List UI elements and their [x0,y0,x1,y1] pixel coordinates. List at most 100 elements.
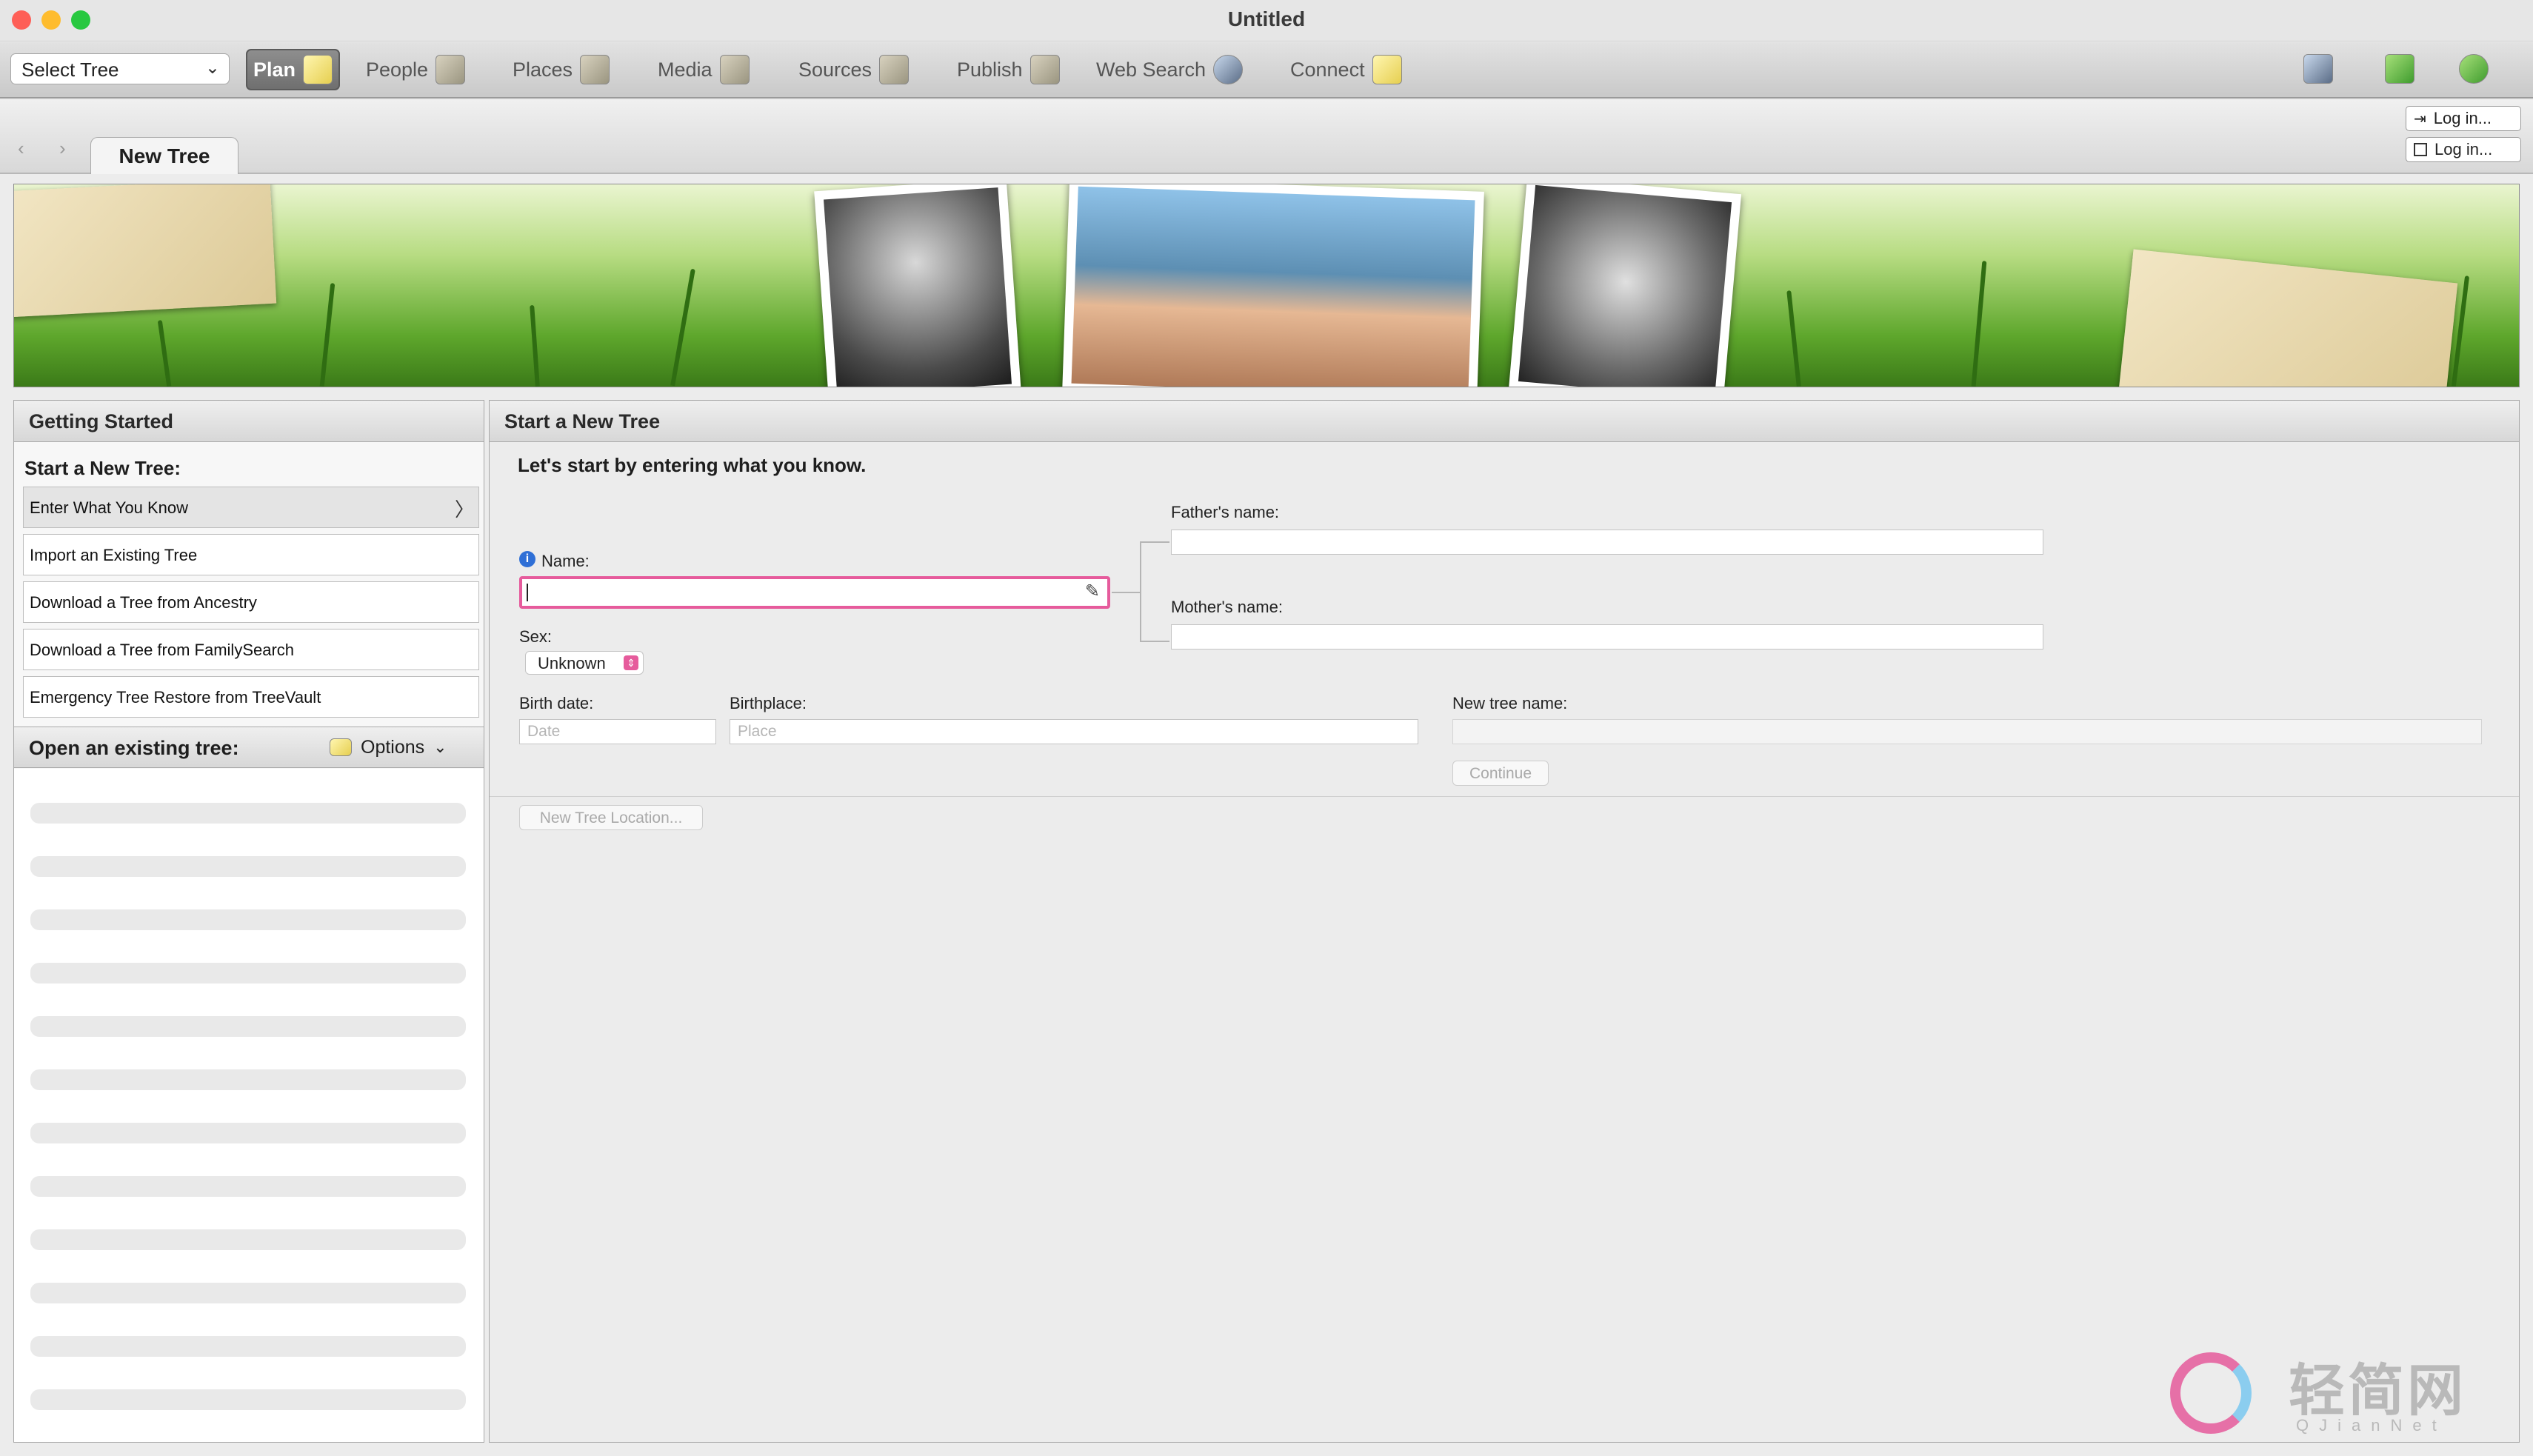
father-name-input[interactable] [1171,530,2043,555]
mother-name-input[interactable] [1171,624,2043,649]
options-button[interactable]: Options ⌄ [330,733,478,761]
toolbar-places-button[interactable]: Places [507,49,615,90]
toolbar-sources-button[interactable]: Sources [792,49,915,90]
text-cursor [527,584,528,601]
stepper-arrows-icon: ⇕ [624,655,638,670]
birthplace-input[interactable]: Place [730,719,1418,744]
chevron-down-icon: ⌄ [204,58,220,78]
toolbar-publish-label: Publish [957,58,1023,81]
chevron-right-icon: 〉 [454,498,474,521]
tab-bar: ‹ › New Tree ⇥ Log in... Log in... [0,100,2533,174]
toolbar-people-button[interactable]: People [360,49,471,90]
watermark-logo: 轻简网 QJianNet [2170,1345,2518,1449]
getting-started-panel: Getting Started Start a New Tree: Enter … [13,400,484,1443]
option-label: Import an Existing Tree [30,546,198,564]
birth-record-document-image [2117,249,2458,387]
sex-label: Sex: [519,627,553,646]
intro-text: Let's start by entering what you know. [518,454,867,476]
plan-icon [303,55,333,84]
familysearch-icon[interactable] [2385,54,2414,84]
continue-button[interactable]: Continue [1452,761,1549,786]
watermark-text: 轻简网 [2289,1358,2466,1423]
option-import-existing-tree[interactable]: Import an Existing Tree [23,534,479,575]
back-arrow-icon[interactable]: ‹ [18,137,24,160]
chevron-down-icon: ⌄ [433,738,447,756]
list-placeholder-row [30,1229,466,1250]
start-new-tree-panel: Start a New Tree Let's start by entering… [489,400,2520,1443]
open-existing-tree-title: Open an existing tree: [29,737,239,759]
toolbar-plan-label: Plan [253,58,296,81]
start-new-tree-title: Start a New Tree: [24,457,181,479]
connect-icon [1372,55,1402,84]
toolbar-media-label: Media [658,58,712,81]
options-label: Options [361,736,425,758]
info-icon[interactable]: i [519,551,535,567]
list-placeholder-row [30,1176,466,1197]
toolbar-places-label: Places [513,58,573,81]
option-download-ancestry[interactable]: Download a Tree from Ancestry [23,581,479,623]
toolbar-people-label: People [366,58,429,81]
web-search-icon [1213,55,1244,84]
main-toolbar: Select Tree ⌄ Plan People Places Media S… [0,42,2533,98]
login-arrow-icon: ⇥ [2414,110,2426,127]
title-bar: Untitled [0,0,2533,41]
hints-leaf-icon[interactable] [2459,54,2489,84]
birth-date-input[interactable]: Date [519,719,716,744]
tree-select[interactable]: Select Tree ⌄ [10,53,230,84]
tree-select-value: Select Tree [21,59,119,81]
name-input[interactable]: ✎ [519,576,1110,609]
getting-started-header: Getting Started [14,401,484,442]
login-button-1[interactable]: ⇥ Log in... [2406,106,2521,131]
open-existing-tree-header: Open an existing tree: Options ⌄ [14,727,484,768]
sex-select[interactable]: Unknown ⇕ [525,651,644,675]
list-placeholder-row [30,1336,466,1357]
name-label: Name: [541,552,590,570]
option-download-familysearch[interactable]: Download a Tree from FamilySearch [23,629,479,670]
toolbar-web-search-button[interactable]: Web Search [1090,49,1249,90]
login-label-2: Log in... [2434,140,2493,158]
option-enter-what-you-know[interactable]: Enter What You Know 〉 [23,487,479,528]
new-tree-location-button[interactable]: New Tree Location... [519,805,703,830]
sources-icon [879,55,910,84]
sex-select-value: Unknown [538,654,606,672]
list-placeholder-row [30,1069,466,1090]
option-emergency-restore-treevault[interactable]: Emergency Tree Restore from TreeVault [23,676,479,718]
toolbar-sources-label: Sources [798,58,872,81]
sync-status-icon[interactable] [2303,54,2333,84]
pencil-icon[interactable]: ✎ [1085,581,1100,602]
forward-arrow-icon[interactable]: › [59,137,66,160]
list-placeholder-row [30,856,466,877]
toolbar-publish-button[interactable]: Publish [951,49,1066,90]
list-placeholder-row [30,1283,466,1303]
old-man-portrait-photo [1508,184,1742,387]
account-box-icon [2414,143,2427,156]
watermark-subtext: QJianNet [2296,1416,2447,1435]
folder-icon [330,738,352,756]
father-name-label: Father's name: [1171,503,1280,521]
option-label: Download a Tree from Ancestry [30,593,257,612]
family-photo [1062,184,1484,387]
publish-icon [1029,55,1060,84]
toolbar-media-button[interactable]: Media [652,49,755,90]
list-placeholder-row [30,1016,466,1037]
existing-trees-list[interactable] [14,769,484,1442]
media-icon [719,55,750,84]
mother-name-label: Mother's name: [1171,598,1283,616]
toolbar-connect-button[interactable]: Connect [1284,49,1408,90]
new-tree-name-input[interactable] [1452,719,2482,744]
toolbar-connect-label: Connect [1290,58,1365,81]
watermark-swirl-icon [2170,1352,2252,1434]
option-label: Download a Tree from FamilySearch [30,641,295,659]
login-button-2[interactable]: Log in... [2406,137,2521,162]
tab-new-tree[interactable]: New Tree [90,137,238,174]
option-label: Emergency Tree Restore from TreeVault [30,688,321,707]
list-placeholder-row [30,803,466,824]
toolbar-plan-button[interactable]: Plan [246,49,341,90]
list-placeholder-row [30,1389,466,1410]
divider [490,796,2519,797]
toolbar-web-search-label: Web Search [1096,58,1207,81]
login-label-1: Log in... [2433,109,2492,127]
new-tree-name-label: New tree name: [1452,694,1568,712]
list-placeholder-row [30,909,466,930]
old-document-image [14,184,277,318]
